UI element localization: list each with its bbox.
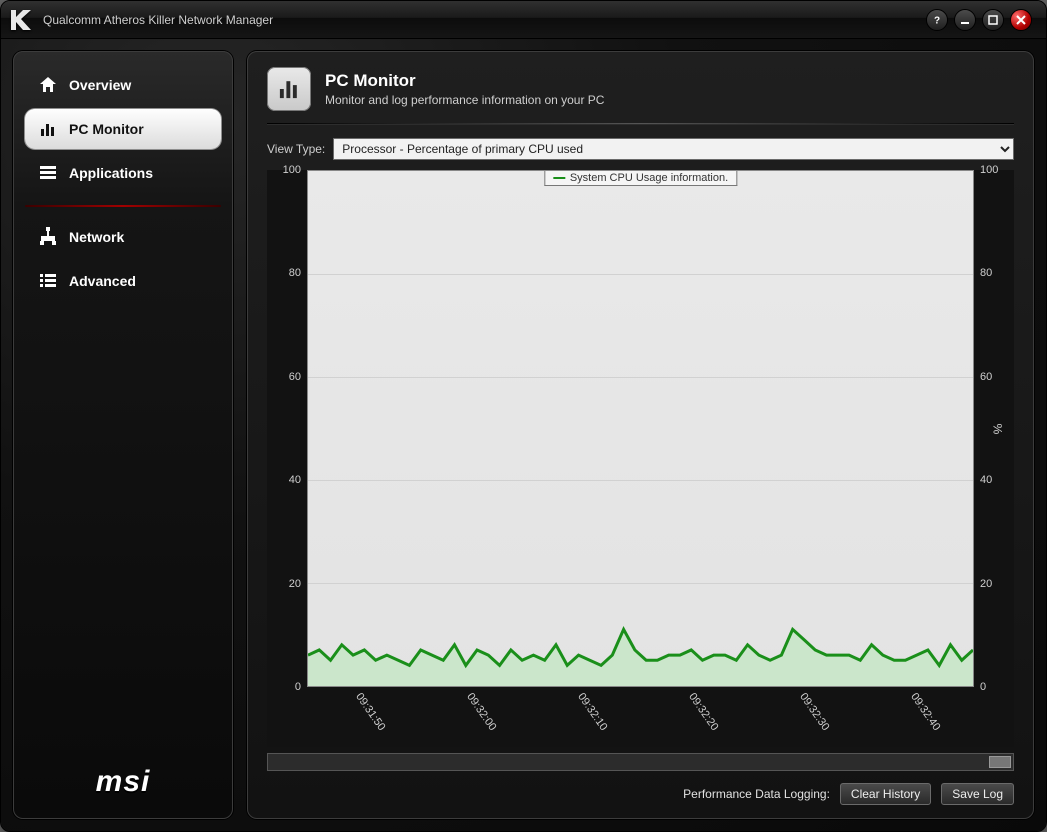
chart-y-axis-left: 020406080100 [267, 170, 307, 687]
view-type-label: View Type: [267, 142, 325, 156]
network-icon [37, 226, 59, 248]
page-subtitle: Monitor and log performance information … [325, 93, 604, 107]
sidebar-item-label: Applications [69, 165, 153, 181]
sidebar-item-overview[interactable]: Overview [25, 65, 221, 105]
chart-line [308, 171, 973, 686]
sidebar-item-advanced[interactable]: Advanced [25, 261, 221, 301]
chart-y-axis-right: 020406080100 [974, 170, 1014, 687]
sidebar-item-applications[interactable]: Applications [25, 153, 221, 193]
minimize-button[interactable] [954, 9, 976, 31]
chart-scrollbar[interactable] [267, 753, 1014, 771]
applications-icon [37, 162, 59, 184]
logging-label: Performance Data Logging: [683, 787, 830, 801]
restore-button[interactable] [982, 9, 1004, 31]
window-title: Qualcomm Atheros Killer Network Manager [43, 13, 273, 27]
legend-swatch [553, 177, 565, 179]
page-header: PC Monitor Monitor and log performance i… [267, 67, 1014, 111]
view-type-select[interactable]: Processor - Percentage of primary CPU us… [333, 138, 1014, 160]
brand-logo: msi [25, 745, 221, 805]
app-logo-icon [7, 9, 35, 31]
scrollbar-thumb[interactable] [989, 756, 1011, 768]
close-button[interactable] [1010, 9, 1032, 31]
save-log-button[interactable]: Save Log [941, 783, 1014, 805]
sidebar-item-pc-monitor[interactable]: PC Monitor [25, 109, 221, 149]
legend-label: System CPU Usage information. [570, 172, 728, 184]
svg-text:?: ? [934, 15, 940, 26]
list-icon [37, 270, 59, 292]
titlebar: Qualcomm Atheros Killer Network Manager … [1, 1, 1046, 39]
home-icon [37, 74, 59, 96]
clear-history-button[interactable]: Clear History [840, 783, 931, 805]
page-title: PC Monitor [325, 71, 604, 91]
chart-legend: System CPU Usage information. [544, 171, 737, 186]
chart-plot-area: System CPU Usage information. % [307, 170, 974, 687]
main-panel: PC Monitor Monitor and log performance i… [247, 51, 1034, 819]
sidebar: Overview PC Monitor Applications Net [13, 51, 233, 819]
help-button[interactable]: ? [926, 9, 948, 31]
divider [267, 123, 1014, 124]
sidebar-item-label: Overview [69, 77, 131, 93]
sidebar-item-network[interactable]: Network [25, 217, 221, 257]
chart-x-axis: 09:31:5009:32:0009:32:1009:32:2009:32:30… [307, 687, 974, 747]
sidebar-divider [25, 205, 221, 207]
sidebar-item-label: Network [69, 229, 124, 245]
sidebar-item-label: PC Monitor [69, 121, 144, 137]
bar-chart-icon [267, 67, 311, 111]
bar-chart-icon [37, 118, 59, 140]
sidebar-item-label: Advanced [69, 273, 136, 289]
